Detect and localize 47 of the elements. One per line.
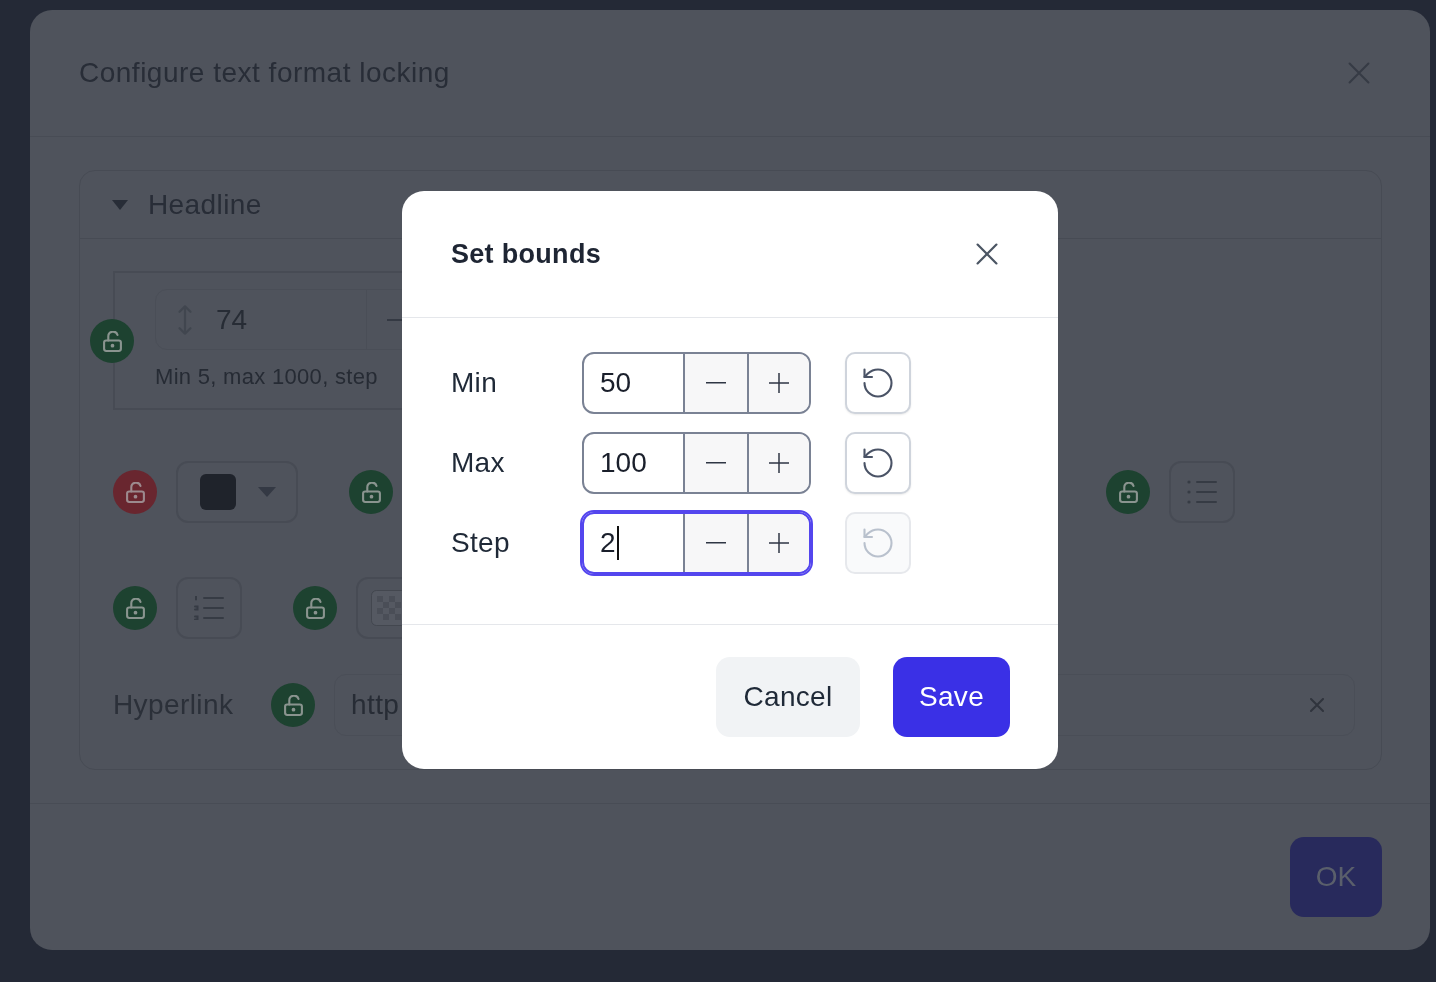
padlock-icon (125, 481, 145, 503)
increment-button[interactable] (749, 434, 809, 492)
caret-icon (112, 199, 128, 210)
decrement-button[interactable] (685, 354, 749, 412)
caret-down-icon (258, 487, 276, 497)
field-label: Min (451, 367, 499, 399)
lock-button[interactable] (271, 683, 315, 727)
close-button[interactable] (976, 243, 998, 265)
bullet-list-icon (1187, 480, 1217, 504)
text-cursor-icon (616, 526, 619, 560)
color-dropdown[interactable] (176, 461, 298, 523)
increment-button[interactable] (749, 514, 809, 572)
plus-icon (769, 373, 789, 393)
modal-title: Set bounds (451, 238, 601, 270)
cancel-button[interactable]: Cancel (716, 657, 860, 737)
reset-icon (863, 368, 893, 398)
plus-icon (769, 453, 789, 473)
padlock-icon (305, 597, 325, 619)
minus-icon (706, 542, 726, 544)
padlock-icon (1118, 481, 1138, 503)
padlock-icon (125, 597, 145, 619)
padlock-icon (283, 694, 303, 716)
lock-button[interactable] (1106, 470, 1150, 514)
decrement-button[interactable] (685, 514, 749, 572)
minus-icon (706, 382, 726, 384)
lock-button[interactable] (349, 470, 393, 514)
close-icon (976, 243, 998, 265)
lock-button[interactable] (113, 586, 157, 630)
padlock-icon (102, 330, 122, 352)
reset-button[interactable] (845, 432, 911, 494)
reset-icon (863, 448, 893, 478)
increment-button[interactable] (749, 354, 809, 412)
reset-icon (863, 528, 893, 558)
plus-icon (769, 533, 789, 553)
close-icon (1348, 62, 1370, 84)
padlock-icon (361, 481, 381, 503)
numbered-list-icon (194, 596, 224, 620)
decrement-button[interactable] (685, 434, 749, 492)
save-button[interactable]: Save (893, 657, 1010, 737)
field-label: Step (451, 527, 511, 559)
lock-button[interactable] (90, 319, 134, 363)
minus-icon (706, 462, 726, 464)
reset-button[interactable] (845, 352, 911, 414)
lock-button[interactable] (113, 470, 157, 514)
lock-button[interactable] (293, 586, 337, 630)
field-label: Max (451, 447, 506, 479)
clear-icon (1310, 698, 1324, 712)
